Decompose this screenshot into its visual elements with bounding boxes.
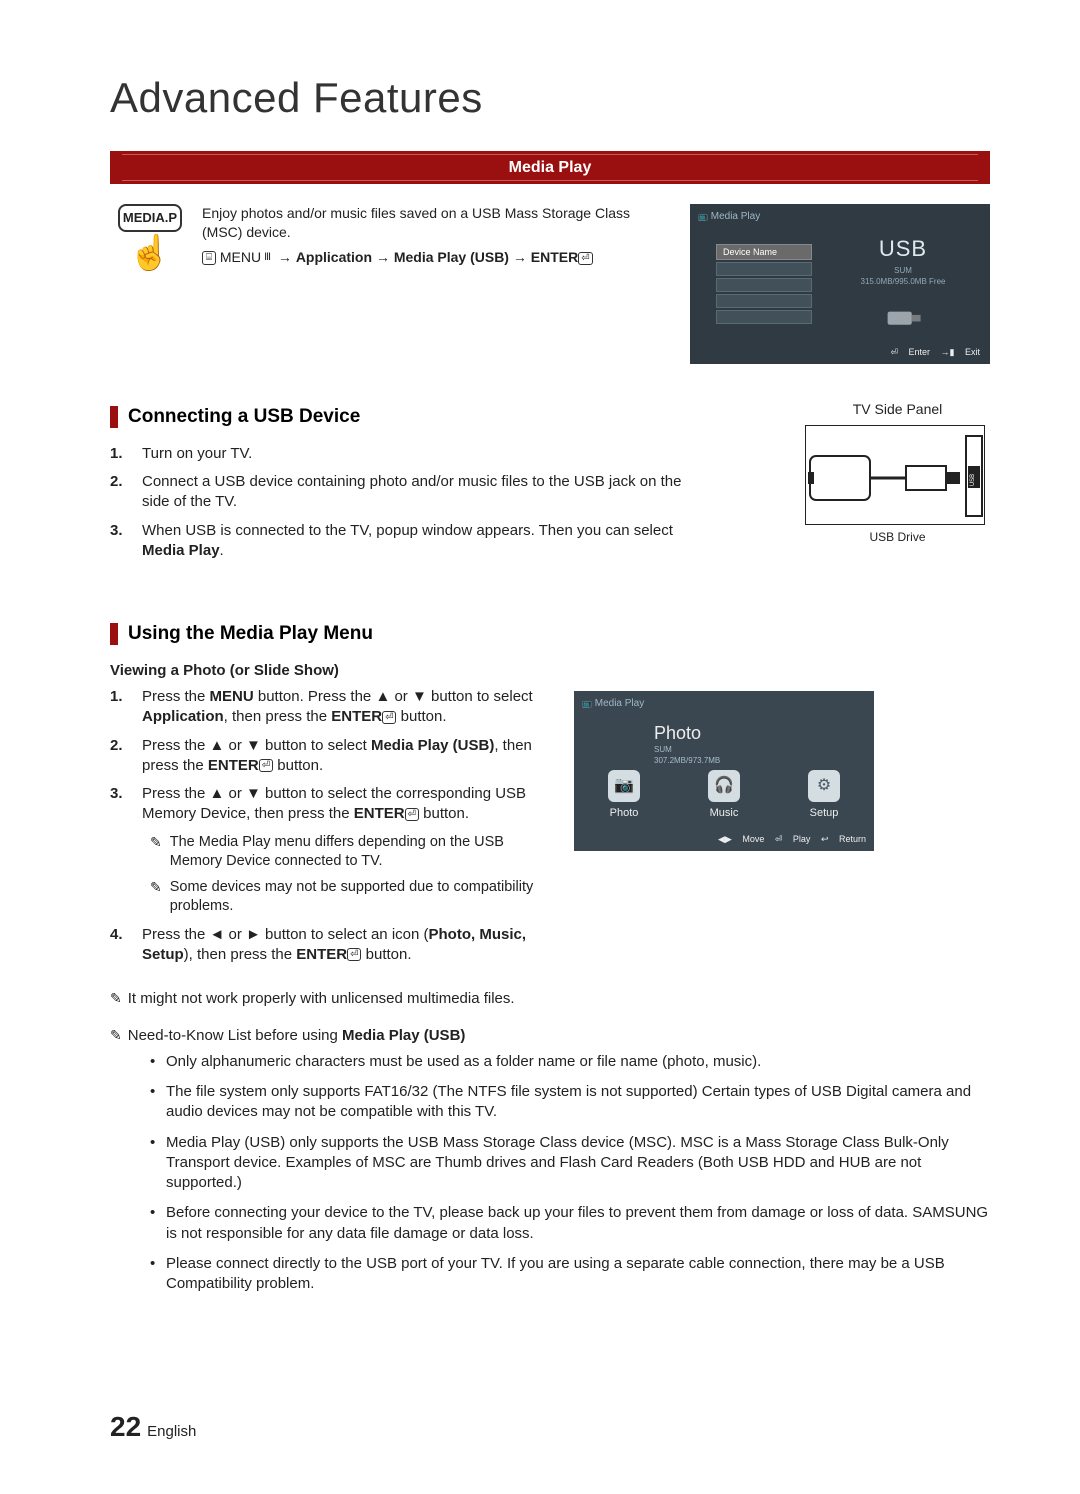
step-item: 2.Press the ▲ or ▼ button to select Medi… xyxy=(110,736,550,777)
need-to-know-list: Only alphanumeric characters must be use… xyxy=(110,1052,990,1295)
list-item: Please connect directly to the USB port … xyxy=(150,1254,990,1295)
list-item: Media Play (USB) only supports the USB M… xyxy=(150,1133,990,1194)
list-item: Only alphanumeric characters must be use… xyxy=(150,1052,990,1072)
list-item xyxy=(716,310,812,324)
exit-hint: →▮ Exit xyxy=(941,347,980,357)
note-unlicensed: It might not work properly with unlicens… xyxy=(110,989,990,1009)
media-p-button: MEDIA.P xyxy=(118,204,182,232)
enter-icon: ⏎ xyxy=(259,759,273,772)
photo-icon: 📷Photo xyxy=(594,770,654,821)
list-item xyxy=(716,262,812,276)
play-hint: ⏎ Play xyxy=(775,834,811,844)
note-need-to-know: Need-to-Know List before using Media Pla… xyxy=(110,1026,990,1046)
enter-icon: ⏎ xyxy=(405,808,419,821)
list-item: The file system only supports FAT16/32 (… xyxy=(150,1082,990,1123)
section-title-connecting-usb: Connecting a USB Device xyxy=(128,404,360,430)
step-item: 2.Connect a USB device containing photo … xyxy=(110,472,710,513)
menu-grid-icon: Ⅲ xyxy=(261,252,274,264)
step-item: 1.Turn on your TV. xyxy=(110,444,710,464)
list-item xyxy=(716,294,812,308)
hand-icon: ☝ xyxy=(110,236,190,270)
page-title: Advanced Features xyxy=(110,70,990,127)
setup-icon: ⚙Setup xyxy=(794,770,854,821)
usb-label: USB xyxy=(828,234,978,264)
step-item: 3.Press the ▲ or ▼ button to select the … xyxy=(110,784,550,825)
menu-icon: ⌸ xyxy=(202,251,216,265)
section-marker xyxy=(110,623,118,645)
move-hint: ◀▶ Move xyxy=(718,834,764,844)
page-number: 22English xyxy=(110,1408,196,1446)
intro-text: Enjoy photos and/or music files saved on… xyxy=(202,204,666,364)
note-block: The Media Play menu differs depending on… xyxy=(150,833,550,917)
step-item: 1.Press the MENU button. Press the ▲ or … xyxy=(110,687,550,728)
svg-text:USB: USB xyxy=(970,474,976,486)
enter-icon: ⏎ xyxy=(347,948,361,961)
enter-icon: ⏎ xyxy=(578,252,592,265)
section-title-media-play-menu: Using the Media Play Menu xyxy=(128,621,373,647)
step-item: 4.Press the ◄ or ► button to select an i… xyxy=(110,925,550,966)
list-item: Before connecting your device to the TV,… xyxy=(150,1203,990,1244)
device-name-header: Device Name xyxy=(716,244,812,260)
tv-screenshot-device-select: 📺 Media Play Device Name USB SUM315.0MB/… xyxy=(690,204,990,364)
subheading-viewing-photo: Viewing a Photo (or Slide Show) xyxy=(110,661,990,681)
enter-hint: ⏎ Enter xyxy=(890,347,930,357)
remote-illustration: MEDIA.P ☝ xyxy=(110,204,190,364)
tv-screenshot-photo-menu: 📺 Media Play Photo SUM307.2MB/973.7MB 📷P… xyxy=(574,691,874,851)
music-icon: 🎧Music xyxy=(694,770,754,821)
section-marker xyxy=(110,406,118,428)
section-bar-media-play: Media Play xyxy=(110,151,990,185)
list-item xyxy=(716,278,812,292)
tv-side-panel-diagram: TV Side Panel USB USB Drive xyxy=(805,400,990,545)
enter-icon: ⏎ xyxy=(382,711,396,724)
step-item: 3.When USB is connected to the TV, popup… xyxy=(110,521,710,562)
return-hint: ↩ Return xyxy=(821,834,866,844)
usb-stick-icon xyxy=(881,294,925,338)
